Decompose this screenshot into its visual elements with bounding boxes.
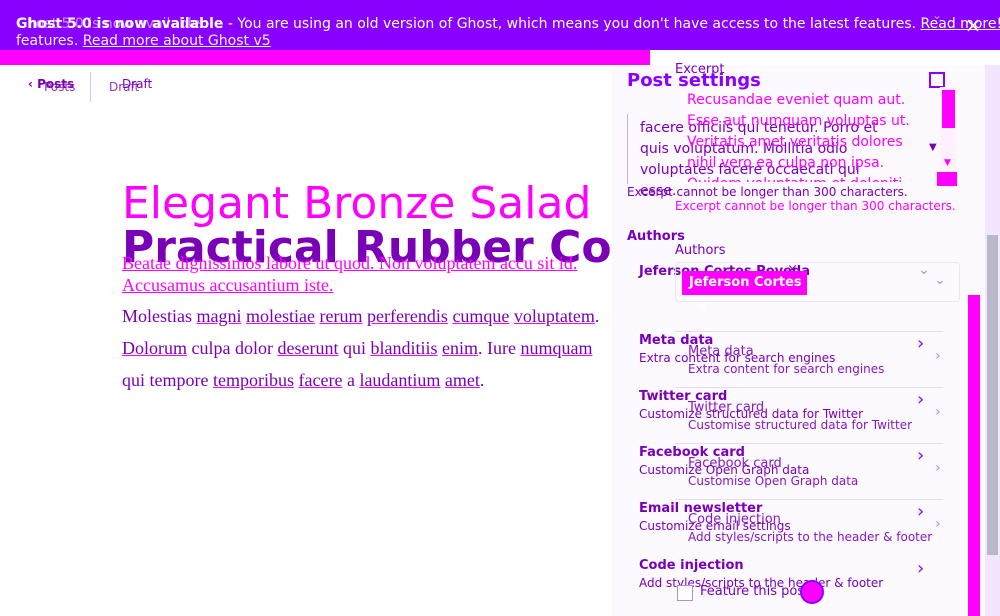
- ghost-paragraph: Beatae dignissimos labore ut quod. Non v…: [122, 253, 578, 295]
- resize-handle-icon[interactable]: [937, 172, 957, 186]
- paragraph-word: magni: [196, 306, 242, 326]
- paragraph-word: numquam: [520, 338, 593, 358]
- settings-card-ghost-2: Facebook card Customise Open Graph data ›: [675, 443, 943, 499]
- paragraph-word: molestiae: [246, 306, 315, 326]
- scroll-down-icon-2[interactable]: ▼: [944, 158, 951, 168]
- card-subtitle-ghost: Add styles/scripts to the header & foote…: [688, 530, 933, 544]
- paragraph-word: qui: [338, 338, 371, 358]
- paragraph-word: deserunt: [277, 338, 339, 358]
- banner-message: Ghost 5.0 is now available - You are usi…: [16, 16, 1000, 32]
- authors-label-ghost: Authors: [675, 243, 726, 258]
- excerpt-error: Excerpt cannot be longer than 300 charac…: [675, 199, 956, 213]
- paragraph-word: culpa dolor: [187, 338, 278, 358]
- settings-card-ghost-1: Twitter card Customise structured data fo…: [675, 387, 943, 443]
- authors-label: Authors: [627, 229, 685, 244]
- authors-dropdown-icon-2[interactable]: ⌄: [934, 272, 946, 288]
- chevron-right-icon-ghost: ›: [935, 460, 941, 476]
- paragraph-word: enim: [441, 338, 478, 358]
- banner-line2-text: features.: [16, 33, 83, 49]
- card-title-ghost: Facebook card: [688, 456, 782, 471]
- card-title-ghost: Code injection: [688, 512, 781, 527]
- sidebar-toggle-icon[interactable]: [929, 72, 945, 88]
- paragraph-word: . Iure: [477, 338, 521, 358]
- paragraph-word: blanditiis: [370, 338, 438, 358]
- panel-scrollbar[interactable]: [968, 295, 980, 616]
- breadcrumb-divider: [90, 72, 91, 102]
- chevron-right-icon: ›: [917, 558, 925, 579]
- authors-dropdown-icon[interactable]: ⌄: [918, 262, 930, 278]
- feature-toggle[interactable]: [800, 580, 824, 604]
- banner-ghost-v5-link[interactable]: Read more about Ghost v5: [83, 33, 271, 49]
- settings-card-ghost-0: Meta data Extra content for search engine…: [675, 331, 943, 387]
- excerpt-textarea[interactable]: Recusandae eveniet quam aut. Esse aut nu…: [687, 90, 932, 182]
- card-title-ghost: Twitter card: [688, 400, 765, 415]
- paragraph-word: facere: [298, 370, 343, 390]
- author-chip-remove-icon[interactable]: ×: [697, 299, 708, 314]
- feature-label: Feature this post: [700, 584, 810, 599]
- banner-message-line2: features. Read more about Ghost v5: [16, 33, 271, 49]
- author-chip-label: Jeferson Cortes: [689, 275, 802, 290]
- banner-dismiss-icon[interactable]: ⌄: [932, 8, 942, 22]
- chevron-right-icon-ghost: ›: [935, 348, 941, 364]
- paragraph-word: laudantium: [359, 370, 441, 390]
- chevron-right-icon-ghost: ›: [935, 404, 941, 420]
- card-title-ghost: Meta data: [688, 344, 754, 359]
- card-subtitle-ghost: Customise structured data for Twitter: [688, 418, 913, 432]
- post-status: Draft: [122, 77, 153, 91]
- card-subtitle-ghost: Customise Open Graph data: [688, 474, 859, 488]
- paragraph-word: temporibus: [212, 370, 294, 390]
- card-subtitle-ghost: Extra content for search engines: [688, 362, 885, 376]
- excerpt-scroll-thumb[interactable]: [942, 90, 955, 128]
- paragraph-word: Dolorum: [122, 338, 187, 358]
- author-chip: Jeferson Cortes ×: [682, 271, 807, 314]
- settings-card-ghost-3: Code injection Add styles/scripts to the …: [675, 499, 943, 555]
- paragraph-word: qui tempore: [122, 370, 213, 390]
- paragraph-word: .: [479, 370, 485, 390]
- paragraph-word: voluptatem: [513, 306, 595, 326]
- chevron-right-icon-ghost: ›: [935, 516, 941, 532]
- update-banner: Ghost 5.0 is now available Ghost 5.0 is …: [0, 0, 1000, 50]
- paragraph-word: perferendis: [366, 306, 448, 326]
- banner-headline: Ghost 5.0 is now available: [16, 16, 224, 32]
- excerpt-error-ghost: Excerpt cannot be longer than 300 charac…: [627, 185, 908, 199]
- back-to-posts-link[interactable]: ‹ Posts: [28, 77, 74, 91]
- post-body-paragraph[interactable]: Molestias magni molestiae rerum perferen…: [122, 300, 604, 425]
- progress-bar: [0, 50, 650, 65]
- feature-checkbox[interactable]: [677, 585, 693, 601]
- banner-text: - You are using an old version of Ghost,…: [223, 16, 921, 32]
- banner-close-button[interactable]: ×: [962, 14, 984, 36]
- scroll-down-icon[interactable]: ▼: [929, 142, 937, 153]
- paragraph-word: amet: [444, 370, 480, 390]
- window-scrollbar-thumb[interactable]: [987, 235, 998, 555]
- paragraph-word: .: [594, 306, 600, 326]
- post-settings-title: Post settings: [627, 70, 761, 91]
- card-title: Code injection: [639, 558, 744, 573]
- paragraph-word: rerum: [319, 306, 363, 326]
- paragraph-word: a: [342, 370, 360, 390]
- paragraph-word: cumque: [452, 306, 510, 326]
- paragraph-word: Molestias: [122, 306, 197, 326]
